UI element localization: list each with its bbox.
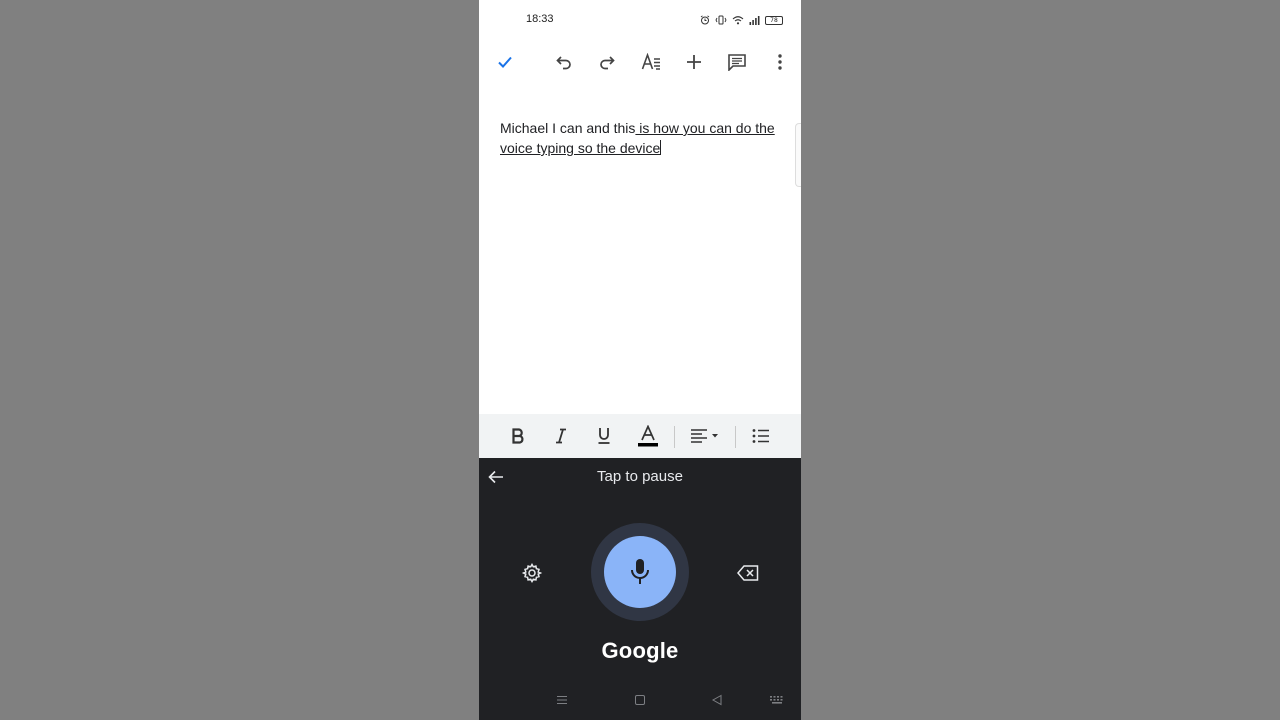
voice-typing-panel: Tap to pause Google	[479, 458, 801, 720]
bold-icon	[512, 428, 524, 444]
bulleted-list-button[interactable]	[747, 423, 775, 449]
text-cursor	[660, 140, 662, 155]
voice-status-label[interactable]: Tap to pause	[479, 468, 801, 485]
signal-icon	[749, 16, 760, 25]
insert-button[interactable]	[680, 48, 708, 76]
add-icon	[687, 55, 701, 69]
nav-back-button[interactable]	[709, 692, 725, 708]
format-bar	[479, 414, 801, 458]
menu-icon	[557, 696, 567, 704]
text-color-button[interactable]	[634, 423, 662, 449]
mic-button[interactable]	[604, 536, 676, 608]
undo-button[interactable]	[550, 48, 578, 76]
voice-delete-button[interactable]	[736, 561, 760, 585]
italic-icon	[556, 428, 566, 444]
keyboard-button[interactable]	[769, 692, 785, 708]
microphone-icon	[631, 559, 649, 584]
document-body[interactable]: Michael I can and this is how you can do…	[500, 118, 780, 158]
battery-icon: 78	[765, 15, 783, 25]
text-format-icon	[641, 53, 660, 70]
comment-button[interactable]	[723, 48, 751, 76]
text-format-button[interactable]	[637, 48, 665, 76]
italic-button[interactable]	[547, 423, 575, 449]
phone-screen: 18:33 78 Michael I can and this is how y…	[479, 0, 801, 720]
text-color-icon	[638, 425, 658, 447]
redo-button[interactable]	[593, 48, 621, 76]
align-icon	[691, 429, 718, 443]
format-divider	[735, 426, 736, 448]
document-text: Michael I can and this	[500, 120, 636, 136]
home-icon	[635, 695, 645, 705]
docs-toolbar	[479, 44, 801, 80]
keyboard-icon	[770, 696, 783, 704]
wifi-icon	[732, 16, 744, 25]
bulleted-list-icon	[752, 429, 769, 443]
system-nav-bar	[479, 688, 801, 712]
align-button[interactable]	[689, 423, 723, 449]
vibrate-icon	[715, 15, 727, 25]
bold-button[interactable]	[504, 423, 532, 449]
redo-icon	[600, 56, 615, 70]
underline-button[interactable]	[590, 423, 618, 449]
gear-icon	[522, 563, 542, 583]
alarm-icon	[700, 15, 710, 25]
check-button[interactable]	[491, 48, 519, 76]
status-bar: 18:33 78	[479, 0, 801, 40]
comment-icon	[728, 54, 746, 71]
scroll-handle[interactable]	[795, 123, 801, 187]
home-button[interactable]	[632, 692, 648, 708]
more-button[interactable]	[766, 48, 794, 76]
status-time: 18:33	[526, 13, 554, 25]
more-vert-icon	[778, 54, 782, 70]
backspace-icon	[737, 565, 759, 581]
check-icon	[498, 56, 512, 68]
recents-button[interactable]	[554, 692, 570, 708]
undo-icon	[556, 56, 571, 70]
underline-icon	[598, 428, 610, 444]
google-logo: Google	[601, 638, 679, 663]
back-icon	[711, 694, 722, 706]
format-divider	[674, 426, 675, 448]
status-icons: 78	[700, 13, 783, 27]
voice-settings-button[interactable]	[520, 561, 544, 585]
